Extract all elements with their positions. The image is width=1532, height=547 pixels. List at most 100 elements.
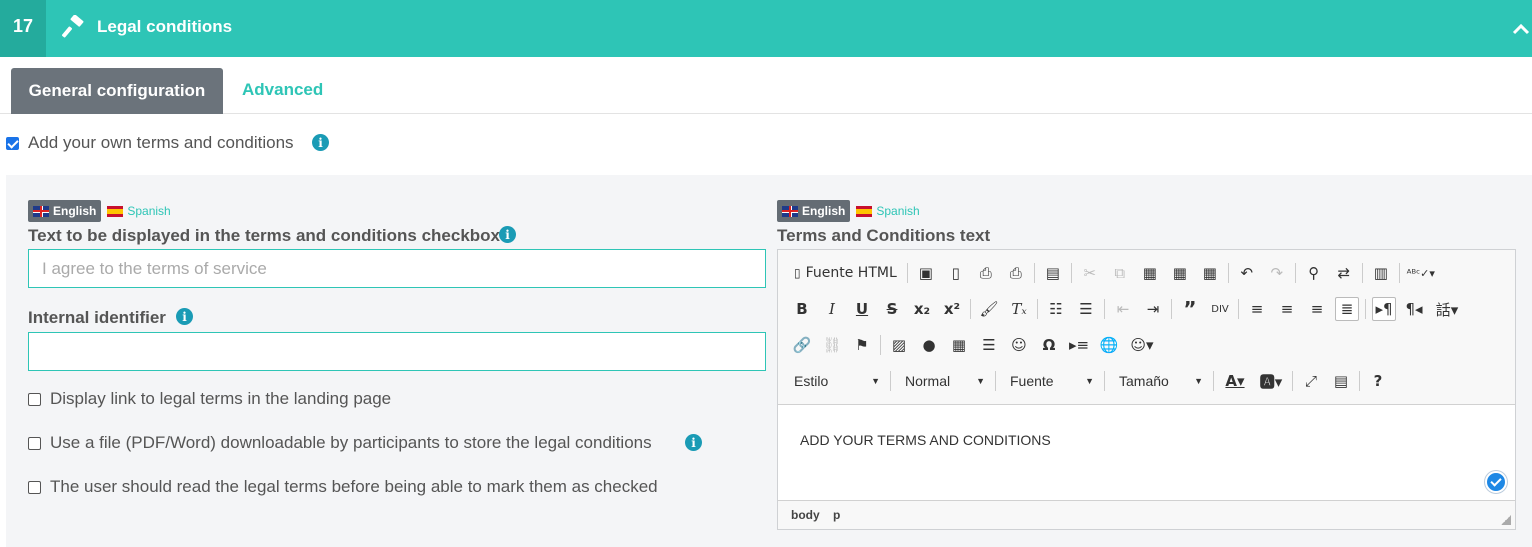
find-icon[interactable]: ⚲ xyxy=(1302,261,1326,285)
iframe-icon[interactable]: 🌐 xyxy=(1097,333,1121,357)
paste-text-icon[interactable]: ▦ xyxy=(1168,261,1192,285)
select-all-icon[interactable]: ▥ xyxy=(1369,261,1393,285)
subscript-icon[interactable]: x₂ xyxy=(910,297,934,321)
image-icon[interactable]: ▨ xyxy=(887,333,911,357)
div-container-icon[interactable]: DIV xyxy=(1208,297,1232,321)
maximize-icon[interactable]: ⤢ xyxy=(1299,369,1323,393)
internal-identifier-input[interactable] xyxy=(28,332,766,371)
align-right-icon[interactable]: ≡ xyxy=(1305,297,1329,321)
page-break-icon[interactable]: ▸≡ xyxy=(1067,333,1091,357)
checkbox-text-input[interactable] xyxy=(28,249,766,288)
dropdown-arrow-icon: ▼ xyxy=(1194,376,1203,386)
emoji-icon[interactable]: ☺▾ xyxy=(1127,333,1157,357)
language-english-button[interactable]: English xyxy=(28,200,102,222)
bold-icon[interactable]: B xyxy=(790,297,814,321)
style-dropdown[interactable]: Estilo ▼ xyxy=(786,369,886,393)
size-dropdown[interactable]: Tamaño ▼ xyxy=(1111,369,1209,393)
uk-flag-icon xyxy=(782,205,798,217)
flash-icon[interactable]: ● xyxy=(917,333,941,357)
templates-icon[interactable]: ▤ xyxy=(1041,261,1065,285)
spain-flag-icon xyxy=(856,205,873,217)
internal-identifier-title: Internal identifier xyxy=(28,308,166,327)
info-icon[interactable]: i xyxy=(499,226,516,243)
editor-content[interactable]: ADD YOUR TERMS AND CONDITIONS xyxy=(800,432,1051,448)
path-body[interactable]: body xyxy=(791,508,820,522)
own-terms-checkbox[interactable] xyxy=(6,137,19,150)
chevron-up-icon[interactable] xyxy=(1512,22,1530,36)
info-icon[interactable]: i xyxy=(685,434,702,451)
info-icon[interactable]: i xyxy=(176,308,193,325)
align-center-icon[interactable]: ≡ xyxy=(1275,297,1299,321)
dropdown-arrow-icon: ▼ xyxy=(1085,376,1094,386)
anchor-icon[interactable]: ⚑ xyxy=(850,333,874,357)
language-icon[interactable]: 話▾ xyxy=(1432,297,1462,321)
grammar-check-icon[interactable] xyxy=(1485,471,1507,493)
table-icon[interactable]: ▦ xyxy=(947,333,971,357)
editor-status-bar: body p xyxy=(778,500,1515,529)
spain-flag-icon xyxy=(107,205,124,217)
display-link-checkbox[interactable] xyxy=(28,393,41,406)
editor-toolbar: ▯ Fuente HTML ▣ ▯ ⎙ ⎙ ▤ ✂ ⧉ ▦ ▦ ▦ ↶ ↷ ⚲ … xyxy=(778,250,1515,405)
save-icon[interactable]: ▣ xyxy=(914,261,938,285)
strikethrough-icon[interactable]: S xyxy=(880,297,904,321)
align-left-icon[interactable]: ≡ xyxy=(1245,297,1269,321)
outdent-icon[interactable]: ⇤ xyxy=(1111,297,1135,321)
italic-icon[interactable]: I xyxy=(820,297,844,321)
must-read-label: The user should read the legal terms bef… xyxy=(50,477,658,496)
numbered-list-icon[interactable]: ☷ xyxy=(1044,297,1068,321)
copy-format-icon[interactable]: 🖌 xyxy=(977,297,1001,321)
source-html-button[interactable]: ▯ Fuente HTML xyxy=(790,261,901,285)
language-spanish-button[interactable]: Spanish xyxy=(107,204,171,218)
language-english-button[interactable]: English xyxy=(777,200,851,222)
blockquote-icon[interactable]: ” xyxy=(1178,297,1202,321)
indent-icon[interactable]: ⇥ xyxy=(1141,297,1165,321)
terms-text-title: Terms and Conditions text xyxy=(777,226,991,245)
rtl-icon[interactable]: ¶◂ xyxy=(1402,297,1426,321)
background-color-icon[interactable]: 🅰▾ xyxy=(1256,369,1286,393)
tab-general-configuration[interactable]: General configuration xyxy=(11,68,223,114)
tab-advanced[interactable]: Advanced xyxy=(242,80,323,100)
copy-icon[interactable]: ⧉ xyxy=(1108,261,1132,285)
step-number: 17 xyxy=(0,0,46,57)
path-p[interactable]: p xyxy=(833,508,840,522)
smiley-icon[interactable]: ☺ xyxy=(1007,333,1031,357)
display-link-label: Display link to legal terms in the landi… xyxy=(50,389,392,408)
paste-icon[interactable]: ▦ xyxy=(1138,261,1162,285)
language-switcher-left: English Spanish xyxy=(28,200,171,222)
replace-icon[interactable]: ⇄ xyxy=(1332,261,1356,285)
help-icon[interactable]: ? xyxy=(1366,369,1390,393)
font-dropdown[interactable]: Fuente ▼ xyxy=(1002,369,1100,393)
section-header[interactable]: 17 Legal conditions xyxy=(0,0,1532,57)
preview-icon[interactable]: ⎙ xyxy=(974,261,998,285)
resize-handle-icon[interactable] xyxy=(1501,515,1511,525)
unlink-icon[interactable]: ⛓ xyxy=(820,333,844,357)
paste-word-icon[interactable]: ▦ xyxy=(1198,261,1222,285)
format-dropdown[interactable]: Normal ▼ xyxy=(897,369,991,393)
link-icon[interactable]: 🔗 xyxy=(790,333,814,357)
info-icon[interactable]: i xyxy=(312,134,329,151)
text-color-icon[interactable]: A▾ xyxy=(1220,369,1250,393)
rich-text-editor: ▯ Fuente HTML ▣ ▯ ⎙ ⎙ ▤ ✂ ⧉ ▦ ▦ ▦ ↶ ↷ ⚲ … xyxy=(777,249,1516,530)
dropdown-arrow-icon: ▼ xyxy=(976,376,985,386)
cut-icon[interactable]: ✂ xyxy=(1078,261,1102,285)
horizontal-line-icon[interactable]: ☰ xyxy=(977,333,1001,357)
remove-format-icon[interactable]: Tₓ xyxy=(1007,297,1031,321)
use-file-checkbox[interactable] xyxy=(28,437,41,450)
spellcheck-icon[interactable]: ᴬᴮᶜ✓▾ xyxy=(1406,261,1436,285)
ltr-icon[interactable]: ▸¶ xyxy=(1372,297,1396,321)
tab-bar: General configuration Advanced xyxy=(0,57,1532,114)
justify-icon[interactable]: ≣ xyxy=(1335,297,1359,321)
redo-icon[interactable]: ↷ xyxy=(1265,261,1289,285)
superscript-icon[interactable]: x² xyxy=(940,297,964,321)
language-spanish-button[interactable]: Spanish xyxy=(856,204,920,218)
show-blocks-icon[interactable]: ▤ xyxy=(1329,369,1353,393)
undo-icon[interactable]: ↶ xyxy=(1235,261,1259,285)
must-read-checkbox[interactable] xyxy=(28,481,41,494)
underline-icon[interactable]: U xyxy=(850,297,874,321)
section-title: Legal conditions xyxy=(97,17,233,36)
language-switcher-right: English Spanish xyxy=(777,200,920,222)
print-icon[interactable]: ⎙ xyxy=(1004,261,1028,285)
new-page-icon[interactable]: ▯ xyxy=(944,261,968,285)
bulleted-list-icon[interactable]: ☰ xyxy=(1074,297,1098,321)
special-char-icon[interactable]: Ω xyxy=(1037,333,1061,357)
